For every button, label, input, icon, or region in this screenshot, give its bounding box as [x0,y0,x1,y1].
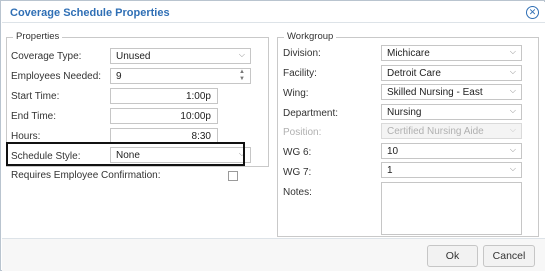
department-label: Department: [283,108,339,119]
coverage-type-select[interactable]: Unused ⌵ [110,48,251,64]
position-select: Certified Nursing Aide ⌵ [381,123,522,139]
wg6-label: WG 6: [283,147,312,158]
spinner-icon[interactable]: ▲ ▼ [238,69,246,83]
wing-label: Wing: [283,88,309,99]
wg7-select[interactable]: 1 ⌵ [381,162,522,178]
dialog-footer: Ok Cancel [2,238,545,271]
chevron-down-icon: ⌵ [509,125,516,134]
division-value: Michicare [387,48,430,59]
department-select[interactable]: Nursing ⌵ [381,104,522,120]
hours-value: 8:30 [191,131,211,142]
notes-textarea[interactable] [381,182,522,235]
department-value: Nursing [387,107,422,118]
chevron-down-icon: ⌵ [509,67,516,76]
wg6-value: 10 [387,146,399,157]
employees-needed-label: Employees Needed: [11,71,102,82]
division-label: Division: [283,48,321,59]
employees-needed-stepper[interactable]: 9 ▲ ▼ [110,68,251,84]
requires-confirmation-label: Requires Employee Confirmation: [11,170,161,181]
chevron-down-icon: ⌵ [509,106,516,115]
wg7-label: WG 7: [283,167,312,178]
start-time-label: Start Time: [11,91,60,102]
start-time-input[interactable]: 1:00p [110,88,218,104]
notes-label: Notes: [283,187,312,198]
requires-confirmation-checkbox[interactable] [228,171,238,181]
wing-value: Skilled Nursing - East [387,87,483,98]
dialog-titlebar: Coverage Schedule Properties ✕ [2,2,545,22]
close-icon[interactable]: ✕ [526,6,539,19]
end-time-input[interactable]: 10:00p [110,108,218,124]
coverage-type-label: Coverage Type: [11,51,82,62]
dialog-title: Coverage Schedule Properties [10,7,170,19]
ok-button[interactable]: Ok [427,245,478,267]
hours-label: Hours: [11,131,41,142]
position-label: Position: [283,127,322,138]
chevron-down-icon: ⌵ [509,47,516,56]
position-value: Certified Nursing Aide [387,126,484,137]
facility-label: Facility: [283,68,317,79]
wing-select[interactable]: Skilled Nursing - East ⌵ [381,84,522,100]
chevron-down-icon: ⌵ [509,145,516,154]
end-time-label: End Time: [11,111,57,122]
workgroup-legend: Workgroup [284,31,337,42]
properties-legend: Properties [13,31,63,42]
start-time-value: 1:00p [185,91,211,102]
division-select[interactable]: Michicare ⌵ [381,45,522,61]
chevron-down-icon: ⌵ [509,86,516,95]
coverage-type-value: Unused [116,51,151,62]
wg7-value: 1 [387,165,393,176]
facility-select[interactable]: Detroit Care ⌵ [381,65,522,81]
coverage-schedule-dialog: Coverage Schedule Properties ✕ Propertie… [0,0,545,271]
chevron-down-icon: ⌵ [509,164,516,173]
chevron-down-icon: ⌵ [238,50,245,59]
requires-confirmation-highlight [6,142,245,166]
wg6-select[interactable]: 10 ⌵ [381,143,522,159]
end-time-value: 10:00p [180,111,211,122]
employees-needed-value: 9 [116,71,122,82]
cancel-button[interactable]: Cancel [483,245,535,267]
facility-value: Detroit Care [387,68,441,79]
